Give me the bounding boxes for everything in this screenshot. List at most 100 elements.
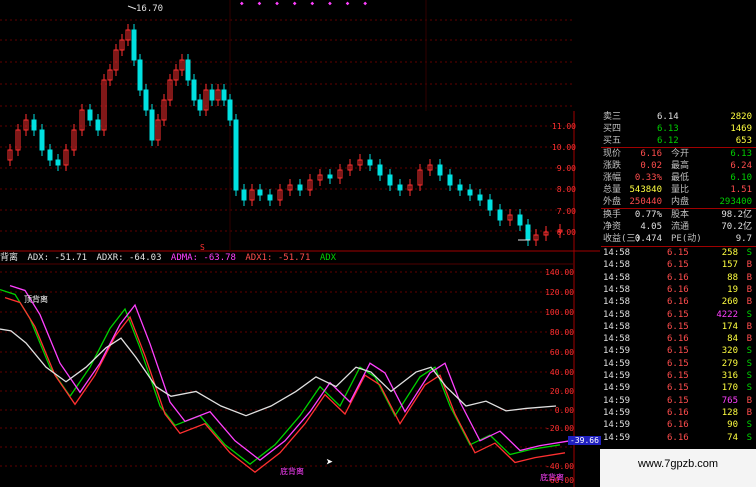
adx-tail: ADX bbox=[319, 253, 337, 263]
tick-price: 6.15 bbox=[667, 371, 689, 381]
stat-label: 内盘 bbox=[671, 197, 690, 207]
tick-row[interactable]: 14:58 6.16 84 B bbox=[601, 333, 756, 345]
candle-body bbox=[137, 59, 143, 91]
tick-volume: 74 bbox=[727, 432, 738, 443]
candle-body bbox=[517, 214, 523, 226]
stat-value: 0.33% bbox=[634, 173, 662, 183]
stat-label: 净资 bbox=[603, 222, 622, 232]
tick-side: B bbox=[746, 395, 752, 406]
price-axis-label: 11.00 bbox=[551, 122, 576, 131]
tick-volume: 88 bbox=[727, 272, 738, 283]
kline-chart[interactable] bbox=[0, 0, 600, 487]
top-marker: ◆ bbox=[275, 0, 293, 7]
stat-label: 换手 bbox=[603, 210, 622, 220]
tick-volume: 90 bbox=[727, 420, 738, 431]
indicator-name[interactable]: 背离 bbox=[0, 253, 18, 263]
adxr-value: ADXR: -64.03 bbox=[96, 253, 162, 263]
tick-side: S bbox=[746, 358, 752, 369]
candle-body bbox=[191, 79, 197, 101]
candle-body bbox=[149, 109, 155, 141]
tick-row[interactable]: 14:58 6.16 19 B bbox=[601, 284, 756, 296]
stat-label: 涨跌 bbox=[603, 161, 622, 171]
candle-body bbox=[185, 59, 191, 81]
candle-body bbox=[221, 89, 227, 101]
stat-value: 0.77% bbox=[634, 210, 662, 220]
tick-side: B bbox=[746, 321, 752, 332]
bid-volume: 1469 bbox=[730, 124, 752, 134]
tick-volume: 157 bbox=[721, 260, 738, 271]
top-divergence-label: 顶背离 bbox=[24, 295, 48, 304]
candle-body bbox=[95, 119, 101, 131]
tick-side: S bbox=[746, 309, 752, 320]
tick-price: 6.15 bbox=[667, 260, 689, 271]
tick-row[interactable]: 14:58 6.15 4222 S bbox=[601, 309, 756, 321]
bottom-divergence-label: 底背离 bbox=[540, 473, 564, 482]
candle-body bbox=[397, 184, 403, 191]
candle-body bbox=[241, 189, 247, 201]
tick-row[interactable]: 14:59 6.16 74 S bbox=[601, 432, 756, 444]
candle-body bbox=[487, 199, 493, 211]
tick-row[interactable]: 14:59 6.15 765 B bbox=[601, 395, 756, 407]
quote-panel: 卖三 6.14 2820 买四 6.13 1469 买五 6.12 653 现价… bbox=[601, 111, 756, 487]
tick-row[interactable]: 14:59 6.15 279 S bbox=[601, 358, 756, 370]
tick-side: B bbox=[746, 272, 752, 283]
top-marker: ◆ bbox=[257, 0, 276, 7]
tick-time: 14:59 bbox=[603, 432, 631, 443]
tick-time: 14:58 bbox=[603, 284, 631, 295]
bid-label: 买五 bbox=[603, 136, 622, 146]
tick-row[interactable]: 14:58 6.15 157 B bbox=[601, 259, 756, 271]
indicator-axis-label: 80.00 bbox=[549, 328, 574, 337]
stat-row: 现价 6.16 今开 6.13 bbox=[601, 148, 756, 160]
stat-row: 净资 4.05 流通 70.2亿 bbox=[601, 221, 756, 233]
tick-price: 6.15 bbox=[667, 395, 689, 406]
candle-body bbox=[131, 29, 137, 61]
stat-label: 总量 bbox=[603, 185, 622, 195]
tick-price: 6.16 bbox=[667, 284, 689, 295]
candle-body bbox=[387, 174, 393, 186]
tick-row[interactable]: 14:58 6.15 258 S bbox=[601, 247, 756, 259]
candle-body bbox=[55, 159, 61, 166]
tick-volume: 4222 bbox=[716, 309, 738, 320]
tick-price: 6.15 bbox=[667, 321, 689, 332]
tick-price: 6.16 bbox=[667, 334, 689, 345]
tick-time: 14:58 bbox=[603, 248, 631, 258]
candle-body bbox=[367, 159, 373, 166]
tick-row[interactable]: 14:59 6.15 170 S bbox=[601, 382, 756, 394]
chart-area[interactable] bbox=[0, 0, 600, 487]
price-axis-label: 10.00 bbox=[551, 143, 576, 152]
stat-value: 0.474 bbox=[634, 234, 662, 244]
top-marker: ◆ bbox=[345, 0, 364, 7]
stat-value: 6.16 bbox=[640, 149, 662, 159]
candle-body bbox=[377, 164, 383, 176]
tick-volume: 258 bbox=[721, 248, 738, 258]
tick-time: 14:58 bbox=[603, 309, 631, 320]
stat-label: 现价 bbox=[603, 149, 622, 159]
top-marker: ◆ bbox=[328, 0, 346, 7]
tick-row[interactable]: 14:59 6.15 320 S bbox=[601, 345, 756, 357]
candle-body bbox=[209, 89, 215, 101]
bid-row[interactable]: 买四 6.13 1469 bbox=[601, 123, 756, 135]
top-marker: ◆ bbox=[240, 0, 258, 7]
stat-row: 收益(三) 0.474 PE(动) 9.7 bbox=[601, 233, 756, 245]
stat-row: 总量 543840 量比 1.51 bbox=[601, 184, 756, 196]
bid-volume: 653 bbox=[735, 136, 752, 146]
stat-label: PE(动) bbox=[671, 234, 702, 244]
tick-row[interactable]: 14:59 6.16 128 B bbox=[601, 407, 756, 419]
candle-body bbox=[197, 99, 203, 111]
tick-row[interactable]: 14:58 6.16 260 B bbox=[601, 296, 756, 308]
tick-row[interactable]: 14:59 6.16 90 S bbox=[601, 419, 756, 431]
bid-price: 6.12 bbox=[657, 136, 679, 146]
indicator-axis-label: 60.00 bbox=[549, 348, 574, 357]
tick-row[interactable]: 14:58 6.15 174 B bbox=[601, 321, 756, 333]
stat-value: 9.7 bbox=[735, 234, 752, 244]
stat-row: 换手 0.77% 股本 98.2亿 bbox=[601, 209, 756, 221]
ask-row[interactable]: 卖三 6.14 2820 bbox=[601, 111, 756, 123]
adx-curve bbox=[4, 296, 566, 474]
tick-row[interactable]: 14:59 6.15 316 S bbox=[601, 370, 756, 382]
stat-label: 流通 bbox=[671, 222, 690, 232]
candle-body bbox=[227, 99, 233, 121]
stat-label: 涨幅 bbox=[603, 173, 622, 183]
bid-row[interactable]: 买五 6.12 653 bbox=[601, 135, 756, 147]
tick-row[interactable]: 14:58 6.16 88 B bbox=[601, 272, 756, 284]
stat-label: 股本 bbox=[671, 210, 690, 220]
